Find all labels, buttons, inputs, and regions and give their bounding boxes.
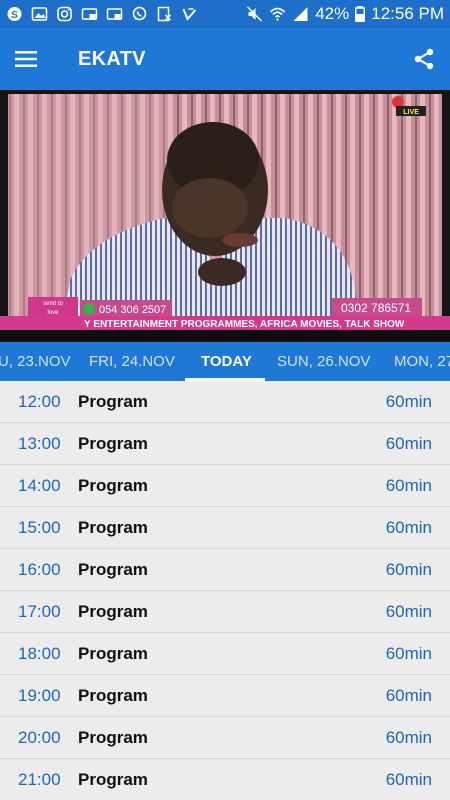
battery-icon (355, 6, 366, 22)
program-duration: 60min (385, 770, 432, 789)
menu-button[interactable] (0, 28, 52, 90)
program-time: 14:00 (18, 476, 61, 495)
share-button[interactable] (398, 28, 450, 90)
clock: 12:56 PM (371, 4, 444, 23)
program-title: Program (78, 434, 148, 453)
program-time: 15:00 (18, 518, 61, 537)
program-time: 17:00 (18, 602, 61, 621)
mute-icon (246, 6, 263, 22)
list-item[interactable]: 18:00 Program 60min (0, 633, 450, 675)
wifi-icon (269, 6, 286, 22)
program-title: Program (78, 770, 148, 789)
program-time: 13:00 (18, 434, 61, 453)
status-bar: S 42% 12:56 PM (0, 0, 450, 28)
program-time: 20:00 (18, 728, 61, 747)
notification-icons: S (6, 6, 198, 22)
program-duration: 60min (385, 686, 432, 705)
app-bar: EKATV (0, 28, 450, 90)
whatsapp-icon (131, 6, 148, 22)
status-right: 42% 12:56 PM (246, 4, 444, 24)
program-duration: 60min (385, 476, 432, 495)
send-label: send to (43, 301, 63, 307)
program-duration: 60min (385, 434, 432, 453)
program-title: Program (78, 476, 148, 495)
cast-icon (81, 6, 98, 22)
share-icon (414, 48, 434, 70)
hamburger-icon (15, 51, 37, 67)
schedule-list: 12:00 Program 60min 13:00 Program 60min 14:0… (0, 381, 450, 800)
program-title: Program (78, 686, 148, 705)
program-title: Program (78, 644, 148, 663)
image-icon (31, 6, 48, 22)
app-title: EKATV (78, 47, 146, 70)
tab-sun[interactable]: SUN, 26.NOV (277, 342, 370, 381)
program-title: Program (78, 602, 148, 621)
signal-icon (292, 6, 309, 22)
program-title: Program (78, 518, 148, 537)
list-item[interactable]: 21:00 Program 60min (0, 759, 450, 800)
tab-today[interactable]: TODAY (201, 342, 252, 381)
program-duration: 60min (385, 728, 432, 747)
program-time: 19:00 (18, 686, 61, 705)
battery-percent: 42% (315, 4, 350, 23)
program-title: Program (78, 392, 148, 411)
skype-icon: S (6, 6, 23, 22)
cast-icon (106, 6, 123, 22)
list-item[interactable]: 17:00 Program 60min (0, 591, 450, 633)
phone-left: 054 306 2507 (99, 304, 166, 316)
send-sub: love (47, 310, 59, 316)
program-time: 16:00 (18, 560, 61, 579)
app-icon (156, 6, 173, 22)
program-duration: 60min (385, 518, 432, 537)
program-time: 18:00 (18, 644, 61, 663)
video-player[interactable]: send to love 054 306 2507 0302 786571 Y … (0, 90, 450, 342)
program-time: 12:00 (18, 392, 61, 411)
phone-right: 0302 786571 (341, 301, 411, 315)
list-item[interactable]: 16:00 Program 60min (0, 549, 450, 591)
svg-text:S: S (11, 10, 18, 21)
tab-thu[interactable]: U, 23.NOV (0, 342, 71, 381)
list-item[interactable]: 13:00 Program 60min (0, 423, 450, 465)
news-ticker: Y ENTERTAINMENT PROGRAMMES, AFRICA MOVIE… (84, 319, 405, 330)
list-item[interactable]: 19:00 Program 60min (0, 675, 450, 717)
list-item[interactable]: 12:00 Program 60min (0, 381, 450, 423)
list-item[interactable]: 20:00 Program 60min (0, 717, 450, 759)
program-time: 21:00 (18, 770, 61, 789)
day-tabs: U, 23.NOV FRI, 24.NOV TODAY SUN, 26.NOV … (0, 342, 450, 381)
program-duration: 60min (385, 602, 432, 621)
list-item[interactable]: 15:00 Program 60min (0, 507, 450, 549)
video-frame: send to love 054 306 2507 0302 786571 Y … (0, 90, 450, 342)
tab-mon[interactable]: MON, 27 (394, 342, 450, 381)
program-title: Program (78, 560, 148, 579)
live-badge: LIVE (403, 109, 419, 116)
list-item[interactable]: 14:00 Program 60min (0, 465, 450, 507)
instagram-icon (56, 6, 73, 22)
check-icon (181, 6, 198, 22)
program-duration: 60min (385, 392, 432, 411)
program-duration: 60min (385, 560, 432, 579)
program-duration: 60min (385, 644, 432, 663)
program-title: Program (78, 728, 148, 747)
tab-fri[interactable]: FRI, 24.NOV (89, 342, 175, 381)
